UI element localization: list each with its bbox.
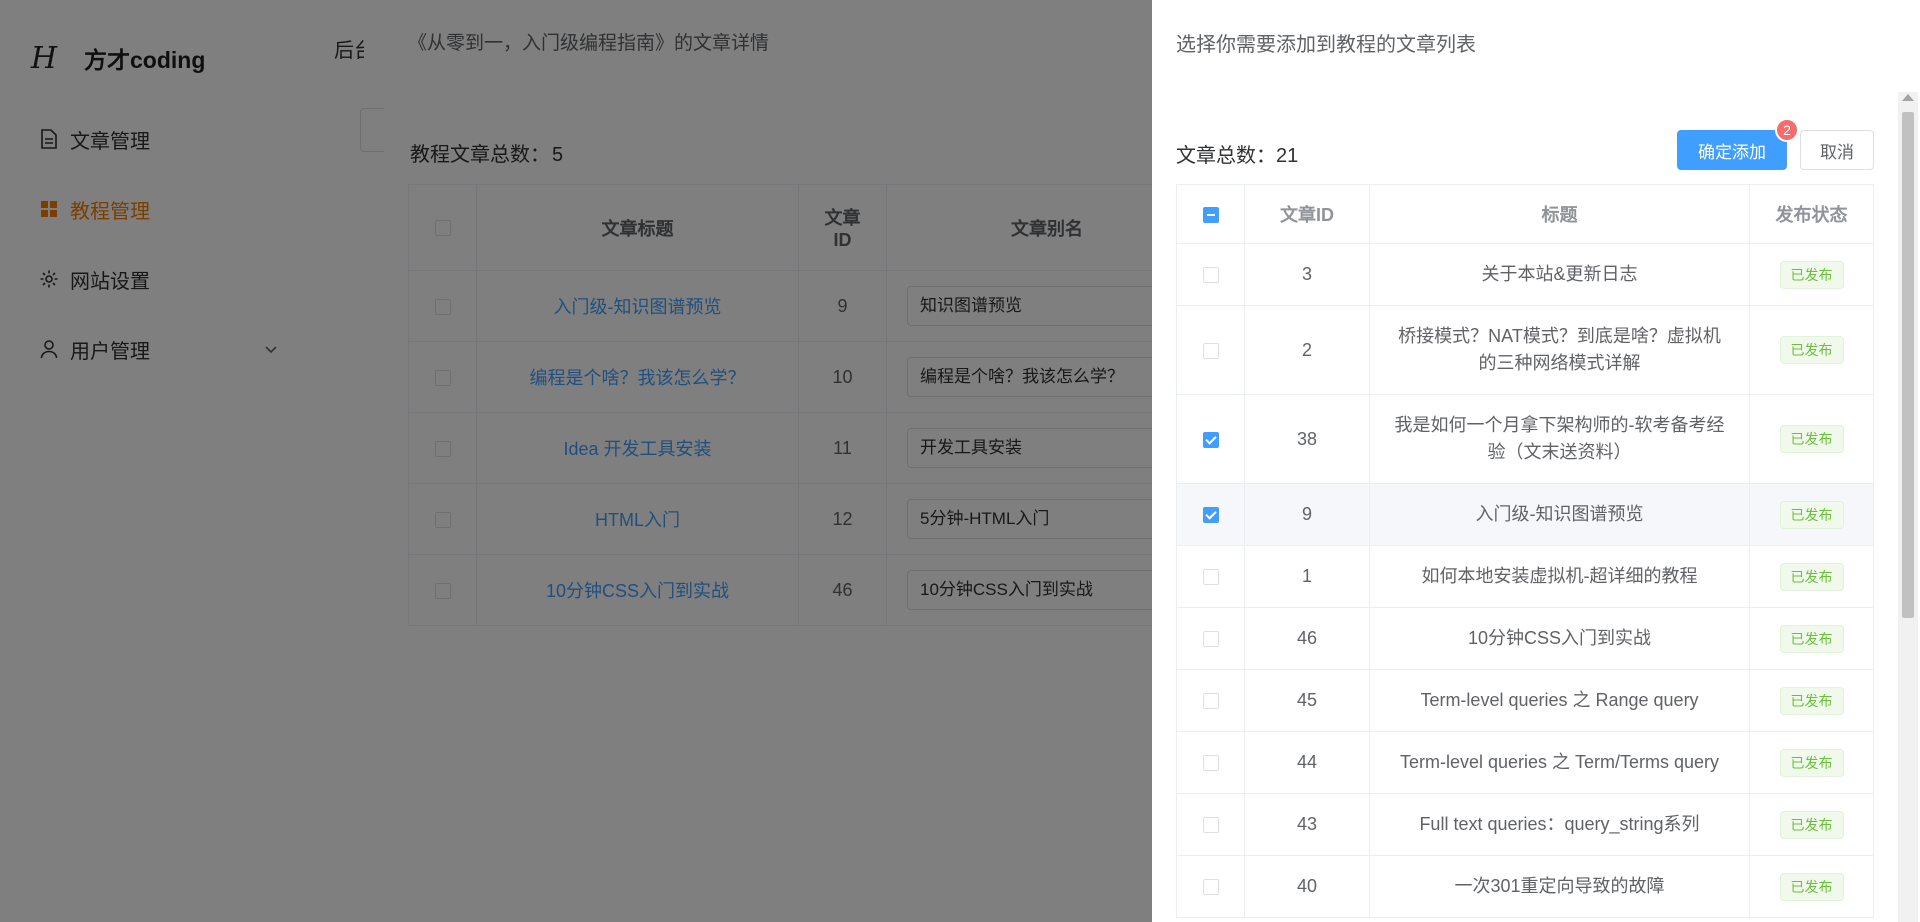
row-checkbox[interactable] (1202, 507, 1219, 524)
article-title: 一次301重定向导致的故障 (1369, 855, 1750, 918)
row-checkbox-cell (1176, 545, 1245, 608)
status-badge: 已发布 (1779, 336, 1844, 364)
row-checkbox[interactable] (1202, 817, 1219, 834)
article-title: 关于本站&更新日志 (1369, 243, 1750, 306)
table-row[interactable]: 3 关于本站&更新日志 已发布 (1176, 243, 1874, 306)
selected-count-badge: 2 (1775, 118, 1799, 142)
row-checkbox-cell (1176, 483, 1245, 546)
row-checkbox-cell (1176, 243, 1245, 306)
drawer-scrollbar[interactable] (1898, 92, 1918, 922)
table-row[interactable]: 38 我是如何一个月拿下架构师的-软考备考经验（文末送资料） 已发布 (1176, 394, 1874, 484)
table-row[interactable]: 1 如何本地安装虚拟机-超详细的教程 已发布 (1176, 545, 1874, 608)
status-cell: 已发布 (1749, 545, 1874, 608)
drawer-title: 选择你需要添加到教程的文章列表 (1176, 34, 1476, 56)
article-id: 43 (1244, 793, 1370, 856)
table-row[interactable]: 9 入门级-知识图谱预览 已发布 (1176, 483, 1874, 546)
row-checkbox[interactable] (1202, 342, 1219, 359)
article-title: 入门级-知识图谱预览 (1369, 483, 1750, 546)
article-list-table: 文章ID 标题 发布状态 3 关于本站&更新日志 已发布 2 桥接模式？NAT模… (1176, 184, 1874, 918)
confirm-add-button[interactable]: 确定添加 (1677, 130, 1787, 170)
status-badge: 已发布 (1779, 624, 1844, 653)
row-checkbox[interactable] (1202, 569, 1219, 586)
cancel-button[interactable]: 取消 (1800, 130, 1874, 170)
scrollbar-thumb[interactable] (1902, 112, 1914, 618)
row-checkbox[interactable] (1202, 431, 1219, 448)
article-total-count: 文章总数：21 (1176, 139, 1298, 168)
table-row[interactable]: 46 10分钟CSS入门到实战 已发布 (1176, 607, 1874, 670)
header-title: 标题 (1369, 184, 1750, 244)
row-checkbox[interactable] (1202, 267, 1219, 284)
select-all-checkbox[interactable] (1202, 206, 1219, 223)
row-checkbox[interactable] (1202, 755, 1219, 772)
article-id: 46 (1244, 607, 1370, 670)
article-id: 38 (1244, 394, 1370, 484)
status-cell: 已发布 (1749, 243, 1874, 306)
row-checkbox[interactable] (1202, 693, 1219, 710)
article-select-drawer: 选择你需要添加到教程的文章列表 文章总数：21 确定添加 2 取消 文章ID 标… (1152, 0, 1920, 922)
status-badge: 已发布 (1779, 500, 1844, 529)
row-checkbox-cell (1176, 793, 1245, 856)
status-cell: 已发布 (1749, 731, 1874, 794)
status-badge: 已发布 (1779, 872, 1844, 901)
row-checkbox-cell (1176, 731, 1245, 794)
article-id: 9 (1244, 483, 1370, 546)
status-cell: 已发布 (1749, 305, 1874, 395)
article-id: 2 (1244, 305, 1370, 395)
table-row[interactable]: 2 桥接模式？NAT模式？到底是啥？虚拟机的三种网络模式详解 已发布 (1176, 305, 1874, 395)
table-row[interactable]: 44 Term-level queries 之 Term/Terms query… (1176, 731, 1874, 794)
status-badge: 已发布 (1779, 810, 1844, 839)
article-title: Term-level queries 之 Range query (1369, 669, 1750, 732)
article-id: 44 (1244, 731, 1370, 794)
row-checkbox-cell (1176, 607, 1245, 670)
status-cell: 已发布 (1749, 793, 1874, 856)
table-row[interactable]: 45 Term-level queries 之 Range query 已发布 (1176, 669, 1874, 732)
article-id: 45 (1244, 669, 1370, 732)
scroll-up-arrow-icon[interactable] (1902, 94, 1914, 101)
table-row[interactable]: 40 一次301重定向导致的故障 已发布 (1176, 855, 1874, 918)
article-title: 10分钟CSS入门到实战 (1369, 607, 1750, 670)
article-id: 1 (1244, 545, 1370, 608)
status-badge: 已发布 (1779, 686, 1844, 715)
row-checkbox[interactable] (1202, 879, 1219, 896)
status-cell: 已发布 (1749, 855, 1874, 918)
row-checkbox-cell (1176, 394, 1245, 484)
article-id: 3 (1244, 243, 1370, 306)
row-checkbox[interactable] (1202, 631, 1219, 648)
status-badge: 已发布 (1779, 748, 1844, 777)
article-title: 桥接模式？NAT模式？到底是啥？虚拟机的三种网络模式详解 (1369, 305, 1750, 395)
article-title: 我是如何一个月拿下架构师的-软考备考经验（文末送资料） (1369, 394, 1750, 484)
status-cell: 已发布 (1749, 669, 1874, 732)
status-badge: 已发布 (1779, 562, 1844, 591)
count-label: 文章总数： (1176, 145, 1276, 167)
header-checkbox-cell (1176, 184, 1245, 244)
status-cell: 已发布 (1749, 607, 1874, 670)
row-checkbox-cell (1176, 669, 1245, 732)
header-id: 文章ID (1244, 184, 1370, 244)
row-checkbox-cell (1176, 305, 1245, 395)
header-status: 发布状态 (1749, 184, 1874, 244)
article-title: 如何本地安装虚拟机-超详细的教程 (1369, 545, 1750, 608)
article-title: Term-level queries 之 Term/Terms query (1369, 731, 1750, 794)
status-badge: 已发布 (1779, 425, 1844, 453)
table-row[interactable]: 43 Full text queries：query_string系列 已发布 (1176, 793, 1874, 856)
status-cell: 已发布 (1749, 394, 1874, 484)
article-title: Full text queries：query_string系列 (1369, 793, 1750, 856)
article-id: 40 (1244, 855, 1370, 918)
count-value: 21 (1276, 145, 1299, 167)
status-badge: 已发布 (1779, 260, 1844, 289)
row-checkbox-cell (1176, 855, 1245, 918)
status-cell: 已发布 (1749, 483, 1874, 546)
